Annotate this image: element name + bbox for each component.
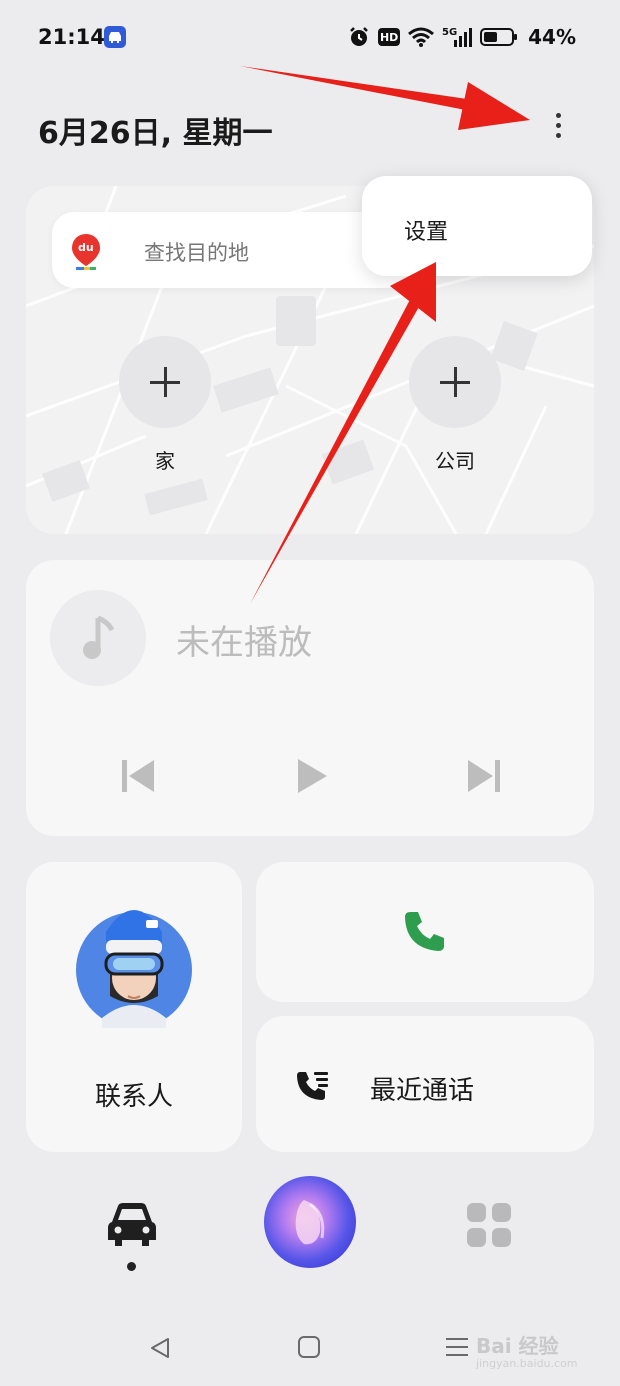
recent-calls-card[interactable]: 最近通话 bbox=[256, 1016, 594, 1152]
recent-calls-icon bbox=[297, 1072, 328, 1100]
wifi-icon bbox=[408, 27, 435, 47]
baidu-maps-logo: du bbox=[72, 234, 100, 270]
battery-percent: 44% bbox=[528, 25, 576, 49]
apps-grid-icon[interactable] bbox=[466, 1202, 512, 1248]
more-dot-icon bbox=[555, 112, 561, 118]
alarm-icon bbox=[350, 27, 369, 46]
active-tab-indicator bbox=[127, 1262, 136, 1271]
next-track-button[interactable] bbox=[464, 756, 504, 796]
watermark: Bai 经验 jingyan.baidu.com bbox=[476, 1330, 578, 1370]
back-icon[interactable] bbox=[148, 1336, 172, 1360]
watermark-brand: Bai 经验 bbox=[476, 1334, 559, 1358]
recent-apps-icon[interactable] bbox=[446, 1337, 468, 1357]
phone-dialer-card[interactable] bbox=[256, 862, 594, 1002]
more-options-button[interactable] bbox=[540, 105, 576, 145]
add-work-button[interactable] bbox=[409, 336, 501, 428]
cellular-signal-icon: 5G bbox=[442, 27, 473, 47]
menu-item-settings[interactable]: 设置 bbox=[404, 214, 448, 246]
destination-search-input[interactable]: du 查找目的地 bbox=[52, 212, 412, 288]
bottom-navigation bbox=[0, 1160, 620, 1290]
assistant-orb-icon bbox=[295, 1200, 325, 1245]
skip-previous-icon bbox=[122, 760, 154, 792]
phone-icon bbox=[405, 912, 444, 951]
skip-next-icon bbox=[468, 760, 500, 792]
watermark-url: jingyan.baidu.com bbox=[476, 1357, 578, 1370]
voice-assistant-button[interactable] bbox=[264, 1176, 356, 1268]
network-type-label: 5G bbox=[442, 27, 457, 38]
system-navigation-bar: Bai 经验 jingyan.baidu.com bbox=[0, 1300, 620, 1386]
more-dot-icon bbox=[555, 132, 561, 138]
search-placeholder: 查找目的地 bbox=[144, 241, 249, 265]
recent-calls-label: 最近通话 bbox=[370, 1076, 475, 1106]
contacts-avatar bbox=[76, 910, 192, 1028]
play-icon bbox=[298, 759, 327, 793]
album-art bbox=[50, 590, 146, 686]
plus-icon bbox=[150, 367, 180, 397]
home-label: 家 bbox=[155, 449, 175, 473]
status-icons: HD 5G 44% bbox=[348, 24, 576, 50]
plus-icon bbox=[440, 367, 470, 397]
add-home-button[interactable] bbox=[119, 336, 211, 428]
play-button[interactable] bbox=[292, 756, 332, 796]
contacts-card[interactable]: 联系人 bbox=[26, 862, 242, 1152]
date-header: 6月26日, 星期一 bbox=[38, 116, 273, 151]
battery-icon bbox=[480, 28, 518, 46]
work-label: 公司 bbox=[435, 449, 475, 473]
status-time: 21:14 bbox=[38, 25, 105, 49]
car-icon[interactable] bbox=[106, 1200, 158, 1248]
status-bar: 21:14 HD 5G 44% bbox=[0, 0, 620, 76]
options-popup-menu: 设置 bbox=[362, 176, 592, 276]
contacts-label: 联系人 bbox=[94, 1082, 173, 1112]
home-icon[interactable] bbox=[298, 1336, 320, 1358]
hd-badge: HD bbox=[378, 28, 401, 46]
previous-track-button[interactable] bbox=[118, 756, 158, 796]
music-note-icon bbox=[83, 615, 115, 659]
now-playing-status: 未在播放 bbox=[176, 623, 312, 663]
more-dot-icon bbox=[555, 122, 561, 128]
map-logo-text: du bbox=[78, 241, 94, 254]
car-app-notification-icon bbox=[104, 26, 126, 48]
music-card[interactable]: 未在播放 bbox=[26, 560, 594, 836]
